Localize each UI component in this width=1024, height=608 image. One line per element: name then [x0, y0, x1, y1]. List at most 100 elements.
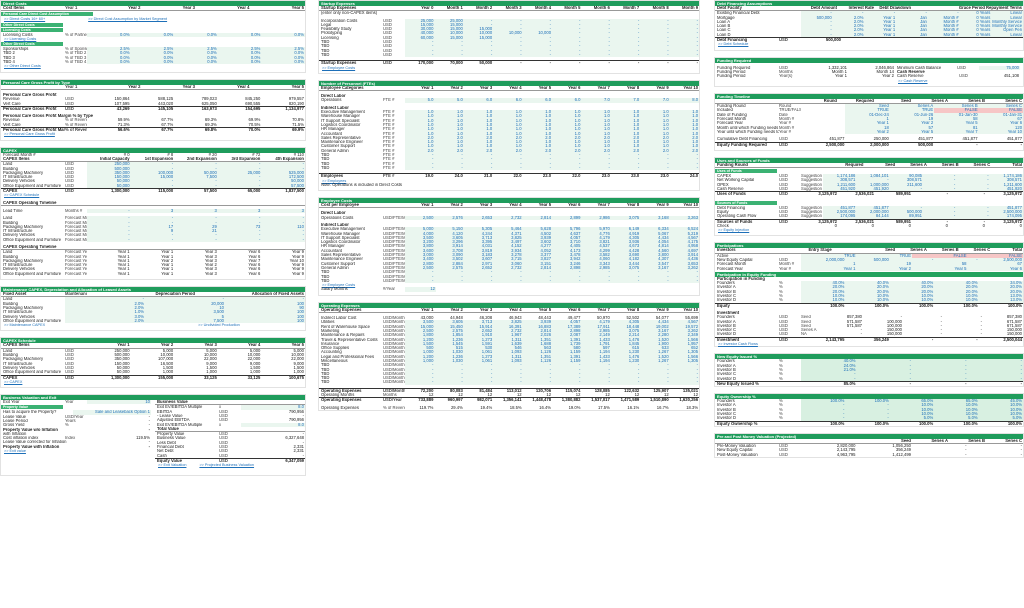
value-cell[interactable]: Year 6 — [967, 266, 1023, 271]
link[interactable]: >> Licensing Costs — [1, 37, 305, 41]
value-cell[interactable]: 5.0% — [978, 416, 1023, 421]
value-cell[interactable]: 2,986 — [581, 215, 611, 220]
value-cell[interactable]: 5.0% — [934, 416, 979, 421]
value-cell[interactable]: - — [610, 165, 641, 171]
value-cell[interactable]: 6.0 — [463, 98, 494, 103]
value-cell[interactable]: 174,095 — [823, 214, 857, 219]
value-cell[interactable]: 451,920 — [989, 187, 1023, 192]
value-cell[interactable]: 10.0% — [889, 298, 935, 303]
value-cell[interactable]: - — [174, 237, 218, 242]
value-cell[interactable]: - — [493, 380, 523, 385]
value-cell[interactable]: 8.0 — [241, 422, 305, 427]
value-cell[interactable]: - — [889, 187, 923, 192]
value-cell[interactable]: 7.0 — [610, 98, 641, 103]
value-cell[interactable]: Year 1 — [801, 266, 857, 271]
value-cell[interactable]: - — [801, 376, 857, 381]
value-cell[interactable]: 174,095 — [989, 214, 1023, 219]
value-cell[interactable]: Year 2 — [845, 129, 890, 135]
value-cell[interactable]: - — [463, 278, 494, 284]
value-cell[interactable]: - — [912, 376, 968, 381]
value-cell[interactable]: - — [581, 165, 611, 171]
link[interactable]: >> Exit Valuation — [155, 463, 186, 467]
value-cell[interactable]: 0.0% — [174, 32, 218, 37]
value-cell[interactable]: - — [217, 237, 262, 242]
value-cell[interactable]: - — [581, 52, 611, 58]
value-cell[interactable]: 0.0% — [87, 32, 131, 37]
value-cell[interactable]: - — [87, 237, 131, 242]
value-cell[interactable]: - — [463, 52, 494, 58]
value-cell[interactable]: 10.0% — [845, 298, 890, 303]
maint-capex-input[interactable]: 2.0% — [65, 318, 145, 324]
value-cell[interactable]: - — [581, 380, 611, 385]
value-cell[interactable]: 2,732 — [493, 215, 523, 220]
link[interactable]: >> Projected Business Valuation — [196, 463, 254, 467]
value-cell[interactable]: - — [463, 165, 494, 171]
value-cell[interactable]: - — [956, 187, 990, 192]
value-cell[interactable]: - — [581, 278, 611, 284]
value-cell[interactable]: 2,653 — [463, 215, 494, 220]
value-cell[interactable]: Year 7 — [934, 129, 979, 135]
value-cell[interactable]: 0.0% — [130, 60, 175, 65]
value-cell[interactable]: 10.0% — [801, 298, 846, 303]
suggestion-link[interactable]: Suggestion — [801, 214, 823, 218]
value-cell[interactable]: - — [261, 237, 305, 242]
value-cell[interactable]: Year 10 — [978, 129, 1023, 135]
value-cell[interactable]: - — [87, 208, 131, 214]
value-cell[interactable]: - — [669, 380, 699, 385]
value-cell[interactable]: - — [956, 214, 990, 219]
value-cell[interactable]: 3,168 — [640, 215, 670, 220]
value-cell[interactable]: - — [552, 52, 582, 58]
value-cell[interactable]: 451,920 — [856, 187, 890, 192]
value-cell[interactable]: Year 2 — [856, 266, 912, 271]
value-cell[interactable]: - — [640, 165, 670, 171]
value-cell[interactable]: - — [493, 52, 523, 58]
value-cell[interactable]: 7.0 — [581, 98, 611, 103]
value-cell[interactable]: - — [922, 187, 957, 192]
value-cell[interactable]: 5.0% — [889, 416, 935, 421]
suggestion-link[interactable]: Suggestion — [801, 187, 823, 191]
value-cell[interactable]: 0.0% — [174, 60, 218, 65]
value-cell[interactable]: 13.0% — [978, 298, 1023, 303]
value-cell[interactable]: 0.0% — [130, 32, 175, 37]
value-cell[interactable]: 2,899 — [552, 215, 582, 220]
value-cell[interactable]: 6.0 — [493, 98, 523, 103]
value-cell[interactable]: Jan — [896, 32, 928, 38]
value-cell[interactable]: Year 5 — [889, 129, 935, 135]
value-cell[interactable]: 5.0 — [434, 98, 464, 103]
value-cell[interactable]: - — [434, 380, 464, 385]
value-cell[interactable]: 89,951 — [889, 214, 923, 219]
value-cell[interactable]: 3 — [217, 208, 262, 214]
value-cell[interactable]: 3 — [174, 208, 218, 214]
value-cell[interactable]: - — [493, 278, 523, 284]
value-cell[interactable]: - — [405, 165, 435, 171]
value-cell[interactable]: - — [405, 52, 435, 58]
value-cell[interactable]: Year 1 — [864, 32, 897, 38]
value-cell[interactable]: - — [463, 380, 494, 385]
value-cell[interactable]: - — [640, 380, 670, 385]
value-cell[interactable]: 3 — [130, 208, 175, 214]
value-cell[interactable]: - — [610, 278, 641, 284]
value-cell[interactable]: Month # — [927, 32, 960, 38]
value-cell[interactable]: 451,920 — [823, 187, 857, 192]
value-cell[interactable]: 50,000 — [87, 183, 131, 189]
value-cell[interactable]: 7.0 — [640, 98, 670, 103]
value-cell[interactable]: - — [610, 380, 641, 385]
value-cell[interactable]: - — [669, 52, 699, 58]
value-cell[interactable]: 6.0 — [522, 98, 553, 103]
value-cell[interactable]: - — [217, 183, 262, 189]
value-cell[interactable]: 0 Years — [959, 32, 992, 38]
value-cell[interactable]: - — [967, 376, 1023, 381]
value-cell[interactable]: - — [922, 214, 957, 219]
value-cell[interactable]: 0.0% — [217, 32, 262, 37]
value-cell[interactable]: 2,576 — [434, 215, 464, 220]
value-cell[interactable]: - — [405, 380, 435, 385]
value-cell[interactable]: - — [552, 165, 582, 171]
value-cell[interactable]: - — [434, 52, 464, 58]
value-cell[interactable]: - — [552, 278, 582, 284]
value-cell[interactable]: - — [669, 165, 699, 171]
link[interactable]: >> Cash Reserve — [895, 79, 1020, 83]
value-cell[interactable]: - — [434, 165, 464, 171]
value-cell[interactable]: - — [174, 183, 218, 189]
value-cell[interactable]: - — [801, 32, 833, 38]
value-cell[interactable]: 84,144 — [856, 214, 890, 219]
